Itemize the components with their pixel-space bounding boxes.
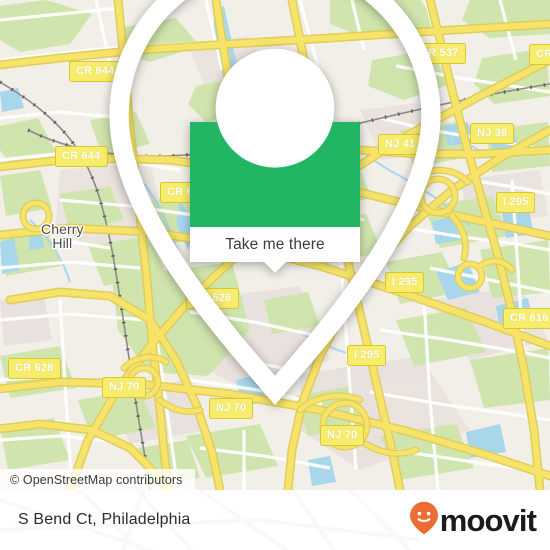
popup-icon-panel <box>109 0 441 405</box>
moovit-map-screen: Maple ShadeCherry Hill CR 644CR 537CRCR … <box>0 0 550 550</box>
take-me-there-popup[interactable]: Take me there <box>109 0 441 405</box>
osm-attribution-label: © OpenStreetMap contributors <box>10 472 183 487</box>
popup-tail <box>264 262 286 273</box>
bottom-bar: S Bend Ct, Philadelphia moovit <box>0 490 550 550</box>
place-name: S Bend Ct, Philadelphia <box>18 511 191 528</box>
osm-attribution[interactable]: © OpenStreetMap contributors <box>0 469 195 490</box>
map-canvas[interactable]: Maple ShadeCherry Hill CR 644CR 537CRCR … <box>0 0 550 490</box>
map-pin-icon <box>0 0 550 420</box>
moovit-logo[interactable]: moovit <box>409 501 537 540</box>
take-me-there-label: Take me there <box>225 235 325 253</box>
moovit-wordmark: moovit <box>439 503 537 538</box>
moovit-smiley-pin-icon <box>409 501 439 540</box>
road-shield: NJ 70 <box>320 425 365 446</box>
